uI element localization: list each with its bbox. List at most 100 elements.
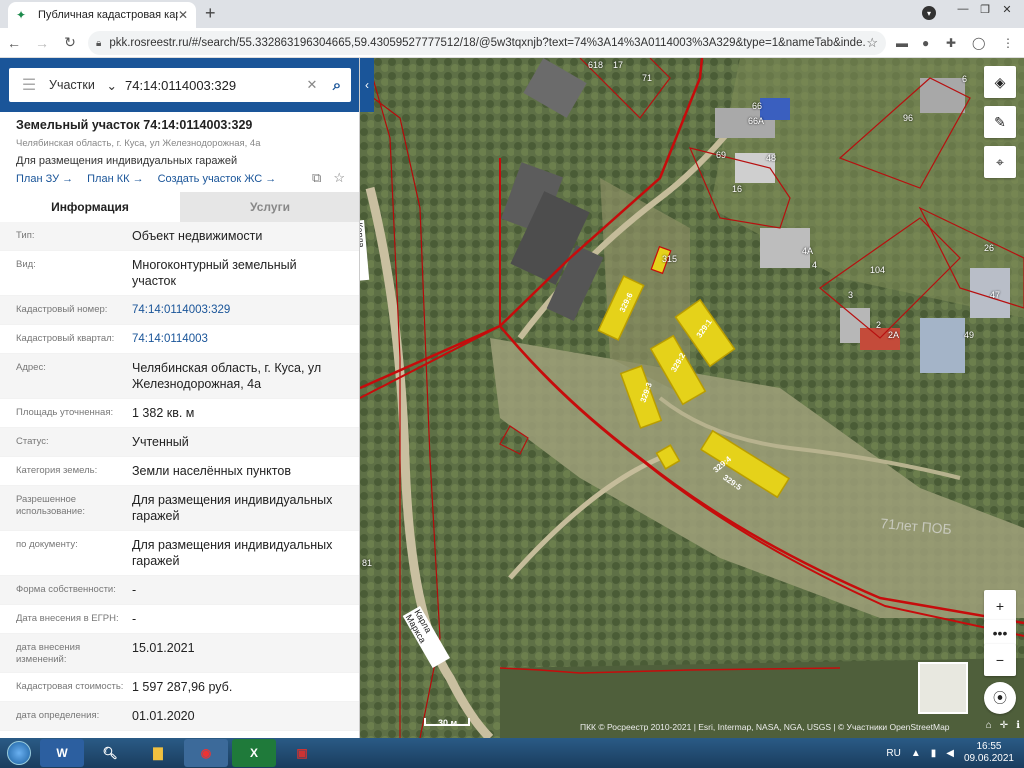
new-tab-button[interactable]: + [205,3,216,24]
parcel-number-label: 104 [870,265,886,275]
close-window-button[interactable]: ✕ [996,0,1018,18]
locate-crosshair-icon[interactable]: ⌖ [984,146,1016,178]
tab-information[interactable]: Информация [0,192,180,222]
search-icon[interactable]: ⌕ [323,77,351,94]
favorite-star-icon[interactable]: ☆ [333,170,345,186]
attribute-row: Кадастровый квартал: 74:14:0114003 [0,325,359,354]
attribute-key: Кадастровая стоимость: [16,681,124,692]
attribute-value[interactable]: 74:14:0114003 [132,331,344,347]
zoom-to-object-icon[interactable]: ⧉ [312,170,321,186]
tray-arrow-icon[interactable]: ▲ [911,748,921,759]
clock[interactable]: 16:55 09.06.2021 [964,741,1014,765]
attribute-row: Кадастровый номер: 74:14:0114003:329 [0,296,359,325]
attribute-key: Кадастровый квартал: [16,333,115,344]
close-tab-icon[interactable]: ✕ [178,8,188,22]
parcel-number-label: 47 [990,290,1001,300]
tab-services[interactable]: Услуги [180,192,359,222]
zoom-out-button[interactable]: − [984,644,1016,676]
chrome-menu-icon[interactable]: ⋮ [1002,36,1014,50]
archive-taskbar-icon[interactable]: ▣ [280,739,324,767]
language-indicator[interactable]: RU [886,748,900,759]
forward-button[interactable]: → [28,35,56,51]
parcel-number-label: 26 [984,243,995,253]
attribute-value: - [132,612,137,626]
volume-icon[interactable]: ◀ [946,748,954,759]
tab-title: Публичная кадастровая карта [38,9,178,21]
collapse-panel-button[interactable]: ‹ [360,58,374,112]
parcel-number-label: 17 [613,60,624,70]
panel-tabs: Информация Услуги [0,192,359,222]
extension-icon-1[interactable]: ▬ [896,36,908,50]
map-copyright: ПКК © Росреестр 2010-2021 | Esri, Interm… [580,722,950,732]
browser-tab[interactable]: ✦ Публичная кадастровая карта ✕ [8,2,196,28]
object-header: Земельный участок 74:14:0114003:329 Челя… [0,112,359,167]
search-tool-taskbar-icon[interactable]: 🔍︎ [88,739,132,767]
attribute-value[interactable]: 74:14:0114003:329 [132,302,344,318]
start-button[interactable] [0,738,38,768]
extension-icon-2[interactable]: ● [922,36,929,50]
compass-icon[interactable]: ⦿ [984,682,1016,714]
plan-zu-link[interactable]: План ЗУ → [16,173,73,185]
word-taskbar-icon[interactable]: W [40,739,84,767]
info-icon[interactable]: ℹ [1016,720,1020,731]
plan-kk-link[interactable]: План КК → [87,173,143,185]
info-panel: ☰ Участки ⌄ ✕ ⌕ Земельный участок 74:14:… [0,58,360,738]
menu-hamburger-icon[interactable]: ☰ [9,75,49,95]
map-view[interactable]: 71лет ПОБ 618 17 71 66 66A 69 48 16 96 6 4A 4 104 3 26… [360,58,1024,738]
attribute-row: Категория земель: Земли населённых пункто… [0,457,359,486]
parcel-number-label: 66A [748,116,765,126]
object-links: План ЗУ → План КК → Создать участок ЖС → [16,173,276,185]
maximize-button[interactable]: ❐ [974,0,996,18]
search-box: ☰ Участки ⌄ ✕ ⌕ [9,68,351,102]
parcel-number-label: 3 [848,290,854,300]
network-icon[interactable]: ▮ [931,748,937,759]
parcel-number-label: 71 [642,73,653,83]
back-button[interactable]: ← [0,35,28,51]
parcel-number-label: 2A [888,330,900,340]
clock-time: 16:55 [976,741,1002,752]
parcel-number-label: 4A [802,246,814,256]
attribute-key: Статус: [16,436,49,447]
folder-taskbar-icon[interactable]: ▇ [136,739,180,767]
parcel-number-label: 2 [876,320,882,330]
bookmark-star-icon[interactable]: ☆ [866,35,878,51]
minimize-button[interactable]: — [952,0,974,18]
attribute-value: Многоконтурный земельный участок [132,258,297,288]
attribute-row: дата утверждения:- [0,731,359,738]
home-icon[interactable]: ⌂ [986,720,992,731]
crosshair-icon[interactable]: ✛ [1000,720,1008,731]
attribute-row: Дата внесения в ЕГРН: - [0,605,359,634]
parcel-number-label: 81 [362,558,373,568]
attribute-key: Вид: [16,259,36,270]
search-bar: ☰ Участки ⌄ ✕ ⌕ [0,58,359,112]
ruler-icon[interactable]: ✎ [984,106,1016,138]
more-options-icon[interactable]: ••• [984,620,1016,646]
layers-icon[interactable]: ◈ [984,66,1016,98]
excel-taskbar-icon[interactable]: X [232,739,276,767]
profile-avatar-icon[interactable]: ◯ [972,36,985,50]
satellite-map[interactable]: 71лет ПОБ [360,58,1024,738]
attribute-key: Дата внесения в ЕГРН: [16,613,119,624]
basemap-switcher[interactable] [918,662,968,714]
create-parcel-link[interactable]: Создать участок ЖС → [158,173,277,185]
attribute-key: по документу: [16,539,78,550]
parcel-number-label: 49 [964,330,975,340]
chevron-down-icon: ⌄ [106,78,117,93]
chrome-menu-dot-icon[interactable]: ▾ [922,6,936,20]
attribute-row: дата внесения изменений: 15.01.2021 [0,634,359,673]
clear-search-icon[interactable]: ✕ [301,77,323,93]
attribute-key: Кадастровый номер: [16,304,108,315]
reload-button[interactable]: ↻ [56,34,84,51]
parcel-number-label: 315 [662,254,678,264]
object-actions: ⧉ ☆ [312,170,345,186]
parcel-number-label: 618 [588,60,604,70]
address-bar[interactable]: 🔒︎ pkk.rosreestr.ru/#/search/55.33286319… [88,31,886,55]
parcel-number-label: 48 [766,153,777,163]
zoom-in-button[interactable]: + [984,590,1016,622]
extensions-puzzle-icon[interactable]: ✚ [946,36,956,50]
search-input[interactable] [125,77,301,93]
search-type-select[interactable]: Участки ⌄ [49,78,125,93]
chrome-taskbar-icon[interactable]: ◉ [184,739,228,767]
attribute-row: дата определения: 01.01.2020 [0,702,359,731]
lock-icon[interactable]: 🔒︎ [96,38,101,49]
